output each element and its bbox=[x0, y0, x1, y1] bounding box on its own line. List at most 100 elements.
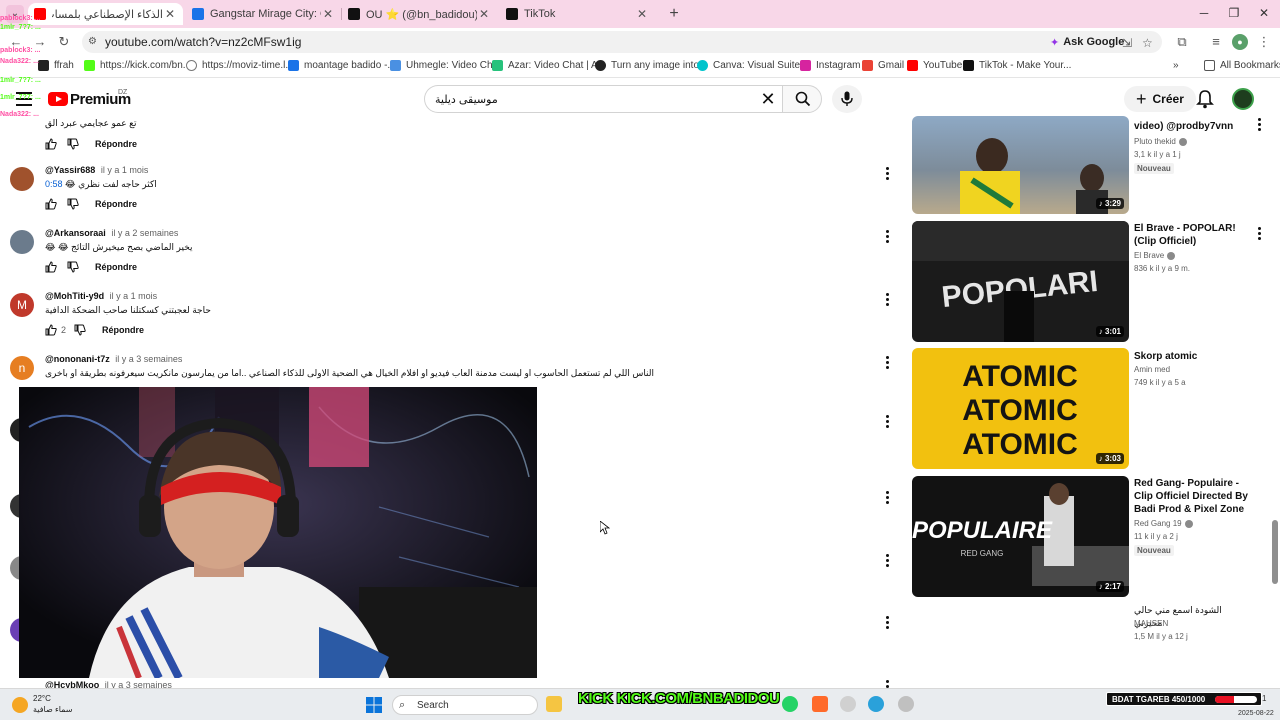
bookmark-item[interactable]: Azar: Video Chat | A... bbox=[492, 60, 606, 71]
reply-button[interactable]: Répondre bbox=[95, 199, 137, 209]
comment-more-icon[interactable] bbox=[886, 415, 890, 429]
account-avatar[interactable] bbox=[1232, 88, 1254, 110]
tab-tiktok-profile[interactable]: OU ⭐ (@bn_badidou) | TikTok ✕ bbox=[342, 3, 497, 25]
comment-more-icon[interactable] bbox=[886, 554, 890, 568]
notifications-bell-icon[interactable] bbox=[1196, 89, 1214, 109]
channel-name[interactable]: Amin med bbox=[1134, 365, 1170, 374]
video-more-icon[interactable] bbox=[1258, 227, 1262, 241]
comment-author[interactable]: @nononani-t7z bbox=[45, 354, 110, 364]
channel-name[interactable]: Red Gang 19 bbox=[1134, 519, 1193, 528]
close-tab-icon[interactable]: ✕ bbox=[163, 7, 177, 21]
video-title[interactable]: El Brave - POPOLAR! (Clip Officiel) bbox=[1134, 222, 1252, 248]
channel-name[interactable]: Pluto thekid bbox=[1134, 137, 1187, 146]
channel-name[interactable]: MAHSEN bbox=[1134, 619, 1168, 628]
search-button[interactable] bbox=[782, 85, 822, 113]
commenter-avatar[interactable]: n bbox=[10, 356, 34, 380]
comment-more-icon[interactable] bbox=[886, 354, 890, 368]
video-title[interactable]: video) @prodby7vnn bbox=[1134, 120, 1252, 133]
browser-menu-icon[interactable]: ⋮ bbox=[1256, 34, 1272, 50]
video-thumbnail[interactable]: POPULAIRE RED GANG ♪ 2:17 bbox=[912, 476, 1129, 597]
install-icon[interactable]: ⇲ bbox=[1122, 36, 1132, 50]
video-thumbnail[interactable]: POPOLARI ♪ 3:01 bbox=[912, 221, 1129, 342]
media-icon[interactable]: ≡ bbox=[1208, 34, 1224, 50]
reply-button[interactable]: Répondre bbox=[95, 262, 137, 272]
url-text[interactable]: youtube.com/watch?v=nz2cMFsw1ig bbox=[105, 35, 301, 49]
bookmark-item[interactable]: Turn any image into... bbox=[595, 60, 707, 71]
comment-more-icon[interactable] bbox=[886, 167, 890, 181]
bookmark-item[interactable]: Uhmegle: Video Ch... bbox=[390, 60, 501, 71]
video-more-icon[interactable] bbox=[1258, 118, 1262, 132]
thumbs-up-icon[interactable] bbox=[45, 198, 57, 210]
settings-gear-icon[interactable] bbox=[840, 696, 856, 712]
weather-temperature[interactable]: 22°C bbox=[33, 694, 51, 703]
url-bar[interactable]: ⚙ youtube.com/watch?v=nz2cMFsw1ig ✦ Ask … bbox=[82, 31, 1162, 53]
comment-author[interactable]: @Arkansoraai bbox=[45, 228, 106, 238]
thumbs-up-icon[interactable] bbox=[45, 138, 57, 150]
video-title[interactable]: Skorp atomic bbox=[1134, 350, 1252, 363]
comment-author[interactable]: @MohTiti-y9d bbox=[45, 291, 104, 301]
thumbs-up-icon[interactable] bbox=[45, 324, 57, 336]
new-tab-button[interactable]: + bbox=[664, 4, 684, 24]
commenter-avatar[interactable]: M bbox=[10, 293, 34, 317]
comment-more-icon[interactable] bbox=[886, 293, 890, 307]
bookmark-item[interactable]: Instagram bbox=[800, 60, 860, 71]
comment-time[interactable]: il y a 3 semaines bbox=[115, 354, 182, 364]
close-tab-icon[interactable]: ✕ bbox=[477, 7, 491, 21]
comment-more-icon[interactable] bbox=[886, 491, 890, 505]
bookmark-star-icon[interactable]: ☆ bbox=[1142, 36, 1153, 50]
scrollbar-thumb[interactable] bbox=[1272, 520, 1278, 584]
thumbs-up-icon[interactable] bbox=[45, 261, 57, 273]
comment-time[interactable]: il y a 1 mois bbox=[101, 165, 149, 175]
comment-time[interactable]: il y a 2 semaines bbox=[111, 228, 178, 238]
close-tab-icon[interactable]: ✕ bbox=[635, 7, 649, 21]
brave-browser-icon[interactable] bbox=[812, 696, 828, 712]
commenter-avatar[interactable] bbox=[10, 167, 34, 191]
reply-button[interactable]: Répondre bbox=[95, 139, 137, 149]
maximize-button[interactable]: ❐ bbox=[1224, 6, 1244, 20]
whatsapp-icon[interactable] bbox=[782, 696, 798, 712]
bookmarks-overflow-icon[interactable]: » bbox=[1173, 60, 1179, 71]
close-window-button[interactable]: ✕ bbox=[1254, 6, 1274, 20]
bookmark-item[interactable]: moantage badido -... bbox=[288, 60, 396, 71]
search-input[interactable]: موسيقى ديلية bbox=[435, 93, 498, 106]
windows-start-icon[interactable] bbox=[366, 697, 382, 713]
bookmark-item[interactable]: Canva: Visual Suite... bbox=[697, 60, 808, 71]
bookmark-item[interactable]: TikTok - Make Your... bbox=[963, 60, 1071, 71]
tab-gangstar[interactable]: Gangstar Mirage City: Online Ap ✕ bbox=[186, 3, 341, 25]
thumbs-down-icon[interactable] bbox=[67, 261, 79, 273]
app-icon[interactable] bbox=[898, 696, 914, 712]
taskbar-search[interactable]: ⌕ Search bbox=[392, 695, 538, 715]
timestamp-link[interactable]: 0:58 bbox=[45, 179, 63, 189]
search-box[interactable]: موسيقى ديلية ✕ bbox=[424, 85, 782, 113]
weather-moon-icon[interactable] bbox=[12, 697, 28, 713]
thumbs-down-icon[interactable] bbox=[74, 324, 86, 336]
weather-condition[interactable]: سماء صافية bbox=[33, 705, 73, 714]
channel-name[interactable]: El Brave bbox=[1134, 251, 1176, 260]
system-date[interactable]: 2025-08-22 bbox=[1238, 710, 1274, 717]
all-bookmarks-button[interactable]: All Bookmarks bbox=[1204, 60, 1280, 71]
thumbs-down-icon[interactable] bbox=[67, 198, 79, 210]
minimize-button[interactable]: ─ bbox=[1194, 6, 1214, 20]
bookmark-item[interactable]: https://moviz-time.l... bbox=[186, 60, 294, 71]
clear-search-icon[interactable]: ✕ bbox=[758, 89, 778, 109]
file-explorer-icon[interactable] bbox=[546, 696, 562, 712]
extensions-icon[interactable]: ⧉ bbox=[1174, 34, 1190, 50]
close-tab-icon[interactable]: ✕ bbox=[321, 7, 335, 21]
reply-button[interactable]: Répondre bbox=[102, 325, 144, 335]
thumbs-down-icon[interactable] bbox=[67, 138, 79, 150]
video-thumbnail[interactable]: ATOMIC ATOMIC ATOMIC ♪ 3:03 bbox=[912, 348, 1129, 469]
voice-search-button[interactable] bbox=[832, 85, 862, 113]
profile-avatar[interactable]: ● bbox=[1232, 34, 1248, 50]
ask-google-button[interactable]: ✦ Ask Google bbox=[1044, 34, 1130, 50]
page-scrollbar[interactable] bbox=[1271, 118, 1279, 688]
bookmark-item[interactable]: YouTube bbox=[907, 60, 962, 71]
comment-more-icon[interactable] bbox=[886, 230, 890, 244]
comment-more-icon[interactable] bbox=[886, 616, 890, 630]
create-button[interactable]: + Créer bbox=[1124, 86, 1196, 112]
commenter-avatar[interactable] bbox=[10, 230, 34, 254]
video-title[interactable]: Red Gang- Populaire - Clip Officiel Dire… bbox=[1134, 477, 1252, 516]
telegram-icon[interactable] bbox=[868, 696, 884, 712]
bookmark-item[interactable]: Gmail bbox=[862, 60, 904, 71]
tab-tiktok[interactable]: TikTok ✕ bbox=[500, 3, 655, 25]
comment-time[interactable]: il y a 1 mois bbox=[110, 291, 158, 301]
